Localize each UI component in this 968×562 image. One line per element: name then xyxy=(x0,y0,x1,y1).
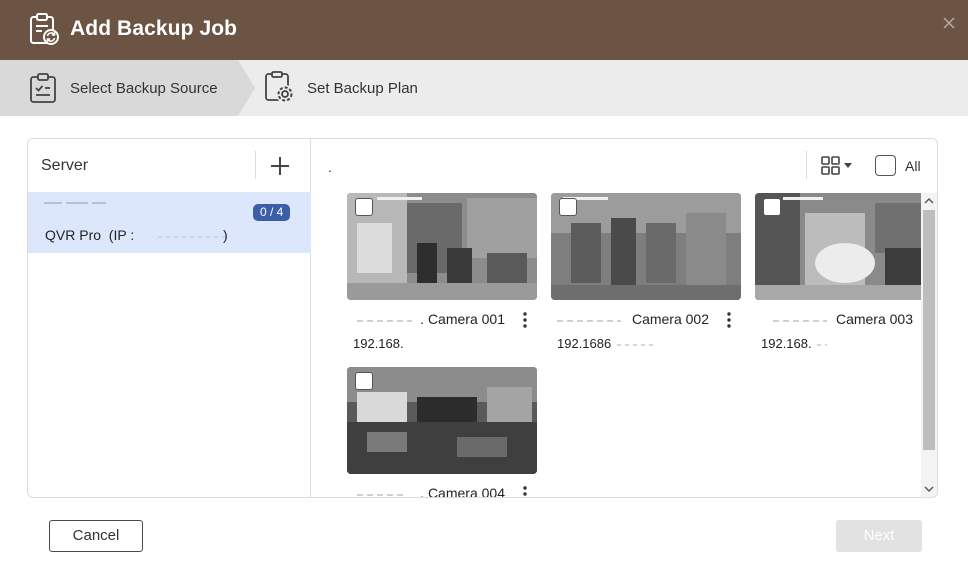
server-pane: Server 0 / 4 QVR Pro (IP : ) xyxy=(28,139,311,497)
more-options-icon[interactable] xyxy=(519,310,531,330)
wizard-steps: Select Backup Source Set Backup Plan xyxy=(0,60,968,116)
step-select-backup-source[interactable]: Select Backup Source xyxy=(0,60,255,116)
camera-name: . Camera 004 xyxy=(420,485,505,498)
path-label: . xyxy=(328,159,332,175)
scroll-up-icon[interactable] xyxy=(921,193,937,209)
camera-snapshot-image xyxy=(347,193,537,300)
server-list-item[interactable]: 0 / 4 QVR Pro (IP : ) xyxy=(28,192,311,253)
more-options-icon[interactable] xyxy=(723,310,735,330)
redacted-ip xyxy=(817,344,827,346)
redacted-prefix xyxy=(557,320,621,322)
camera-checkbox[interactable] xyxy=(355,198,373,216)
plus-icon[interactable] xyxy=(268,154,292,178)
clipboard-sync-icon xyxy=(30,13,59,45)
camera-count-badge: 0 / 4 xyxy=(253,204,291,221)
camera-ip: 192.168. xyxy=(353,336,404,351)
camera-thumbnail[interactable] xyxy=(755,193,937,300)
server-pane-header: Server xyxy=(41,157,89,174)
add-backup-job-dialog: Add Backup Job Select Backup Source Set … xyxy=(0,0,968,562)
redacted-prefix xyxy=(357,494,405,496)
redacted-prefix xyxy=(773,320,827,322)
camera-thumbnail[interactable] xyxy=(551,193,741,300)
camera-snapshot-image xyxy=(755,193,937,300)
scrollbar-thumb[interactable] xyxy=(923,210,935,450)
camera-ip: 192.1686 xyxy=(557,336,612,351)
camera-checkbox[interactable] xyxy=(355,372,373,390)
select-all-label: All xyxy=(905,158,921,174)
close-icon[interactable] xyxy=(940,14,958,32)
camera-name: . Camera 001 xyxy=(420,311,505,327)
camera-checkbox[interactable] xyxy=(559,198,577,216)
dialog-title: Add Backup Job xyxy=(70,17,238,40)
server-ip-close: ) xyxy=(223,227,228,243)
redacted-server-name xyxy=(44,202,134,212)
camera-thumbnail[interactable] xyxy=(347,193,537,300)
checklist-clipboard-icon xyxy=(30,73,56,103)
camera-thumbnail[interactable] xyxy=(347,367,537,474)
dialog-header: Add Backup Job xyxy=(0,0,968,60)
redacted-ip xyxy=(617,344,653,346)
cancel-button[interactable]: Cancel xyxy=(49,520,143,552)
next-button[interactable]: Next xyxy=(836,520,922,552)
step-label-set-backup-plan[interactable]: Set Backup Plan xyxy=(307,80,418,97)
step-label-select-backup-source: Select Backup Source xyxy=(70,80,218,97)
camera-checkbox[interactable] xyxy=(763,198,781,216)
backup-source-panel: Server 0 / 4 QVR Pro (IP : ) . All . Cam… xyxy=(27,138,938,498)
camera-snapshot-image xyxy=(551,193,741,300)
grid-view-icon[interactable] xyxy=(819,155,855,177)
server-name: QVR Pro (IP : xyxy=(45,227,135,243)
divider xyxy=(806,151,807,179)
redacted-ip xyxy=(158,236,228,238)
divider xyxy=(255,151,256,179)
camera-pane: . All . Camera 001 192.168. Camera 002 1… xyxy=(312,139,937,497)
camera-name: Camera 002 xyxy=(631,311,709,327)
scroll-down-icon[interactable] xyxy=(921,481,937,497)
camera-ip: 192.168. xyxy=(761,336,812,351)
settings-gear-icon xyxy=(265,71,294,103)
redacted-prefix xyxy=(357,320,412,322)
camera-list-scrollbar[interactable] xyxy=(921,193,937,497)
checkbox[interactable] xyxy=(875,155,896,176)
camera-snapshot-image xyxy=(347,367,537,474)
more-options-icon[interactable] xyxy=(519,484,531,498)
camera-name: Camera 003 xyxy=(835,311,913,327)
